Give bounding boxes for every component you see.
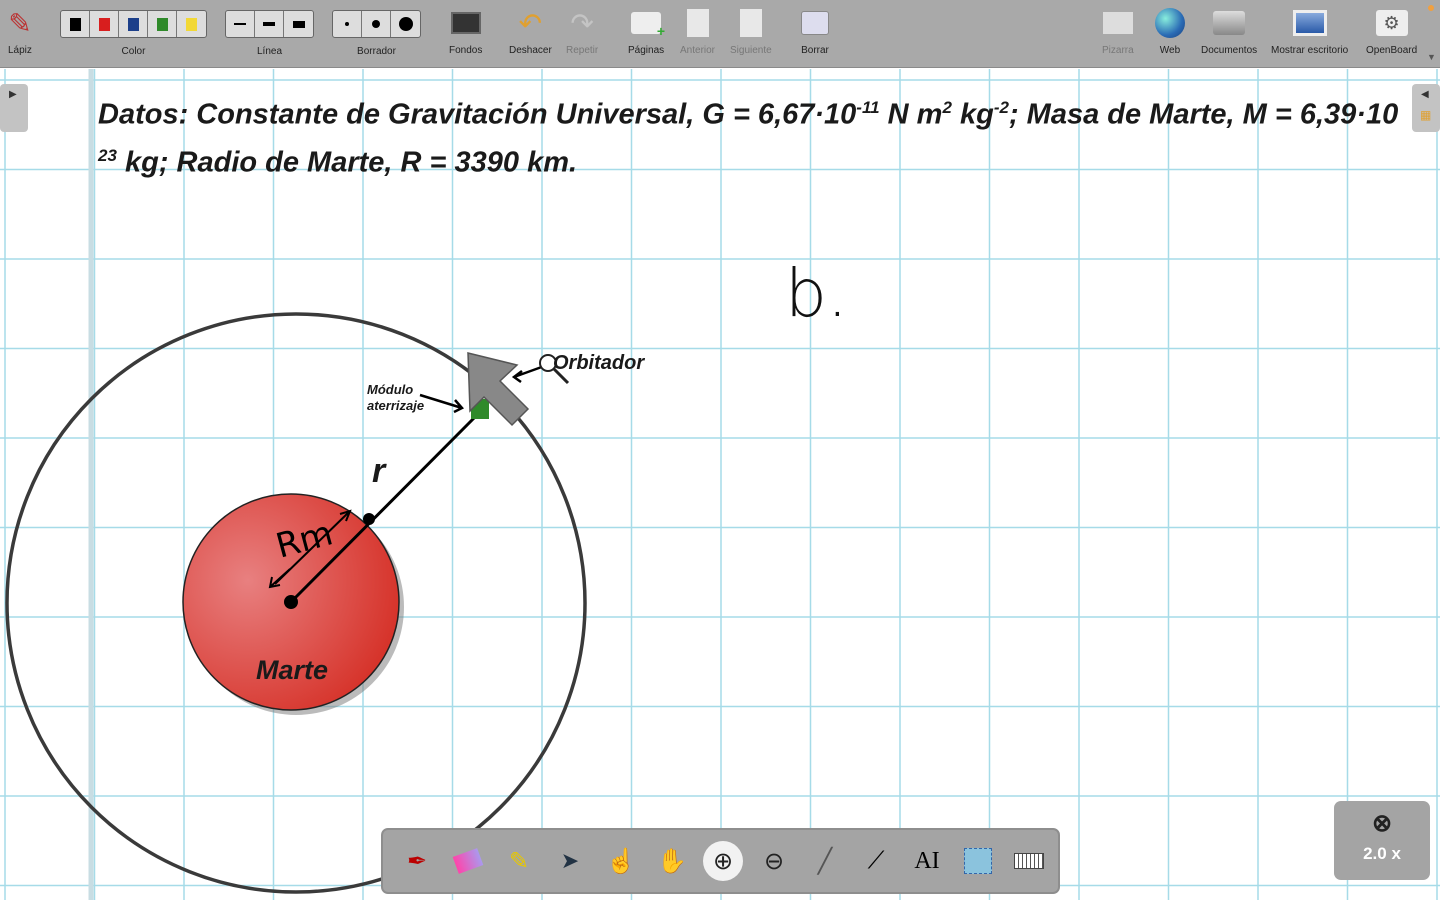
previous-page-icon (686, 4, 709, 42)
color-blue[interactable] (119, 11, 148, 37)
zoom-level-text: 2.0 x (1363, 844, 1401, 863)
main-toolbar: ✎ Lápiz Color Línea Borrador Fondos ↶ Desh… (0, 0, 1440, 68)
undo-button[interactable]: ↶ Deshacer (509, 4, 552, 57)
show-desktop-button[interactable]: Mostrar escritorio (1271, 4, 1348, 56)
undo-icon: ↶ (518, 7, 543, 39)
interact-tool-button[interactable]: ☝ (601, 841, 641, 881)
text-tool-button[interactable]: AI (907, 841, 947, 881)
backgrounds-button[interactable]: Fondos (449, 4, 482, 56)
left-pages-panel-toggle[interactable]: ▶ (0, 84, 28, 132)
toolbar-overflow-icon[interactable]: ▼ (1427, 52, 1436, 62)
zoom-in-tool-button[interactable]: ⊕ (703, 841, 743, 881)
library-icon: ▦ (1420, 108, 1432, 122)
eraser-large[interactable] (391, 11, 420, 37)
line-medium[interactable] (255, 11, 284, 37)
folder-icon (1213, 4, 1246, 42)
zoom-level-indicator[interactable]: ⊗ 2.0 x (1334, 801, 1430, 880)
color-black[interactable] (61, 11, 90, 37)
color-picker[interactable]: Color (60, 4, 207, 57)
line-thin[interactable] (226, 11, 255, 37)
scissors-capture-icon (964, 848, 992, 874)
pages-button[interactable]: + Páginas (628, 4, 665, 56)
eraser-size-picker[interactable]: Borrador (332, 4, 421, 57)
monitor-icon (1292, 4, 1327, 42)
line-width-picker[interactable]: Línea (225, 4, 314, 57)
globe-icon (1155, 4, 1185, 42)
eraser-small[interactable] (333, 11, 362, 37)
surface-point (363, 513, 375, 525)
pen-tool-button[interactable]: ✒ (397, 841, 437, 881)
color-yellow[interactable] (177, 11, 206, 37)
virtual-keyboard-button[interactable] (1009, 841, 1049, 881)
redo-button[interactable]: ↷ Repetir (566, 4, 598, 57)
module-label-2: aterrizaje (367, 398, 425, 413)
line-tool-button[interactable]: ⟋ (856, 841, 896, 881)
color-red[interactable] (90, 11, 119, 37)
capture-tool-button[interactable] (958, 841, 998, 881)
notification-dot (1428, 5, 1434, 11)
data-text-line-2: 23 kg; Radio de Marte, R = 3390 km. (98, 146, 578, 179)
next-page-icon (739, 4, 762, 42)
eraser-medium[interactable] (362, 11, 391, 37)
zoom-out-tool-button[interactable]: ⊖ (754, 841, 794, 881)
line-thick[interactable] (284, 11, 313, 37)
marte-label: Marte (256, 655, 329, 685)
expand-right-icon: ▶ (9, 89, 17, 100)
previous-page-button[interactable]: Anterior (680, 4, 715, 56)
web-mode-button[interactable]: Web (1155, 4, 1185, 56)
grid-background (0, 69, 1440, 900)
clear-page-icon (801, 4, 829, 42)
selector-tool-button[interactable]: ➤ (550, 841, 590, 881)
redo-icon: ↷ (570, 7, 594, 39)
pencil-tool[interactable]: ✎ Lápiz (8, 4, 32, 57)
zoom-reset-icon: ⊗ (1371, 810, 1393, 837)
marker-tool-button[interactable]: ✎ (499, 841, 539, 881)
color-green[interactable] (148, 11, 177, 37)
next-page-button[interactable]: Siguiente (730, 4, 772, 56)
right-library-panel-toggle[interactable]: ◀ ▦ (1412, 84, 1440, 132)
add-page-icon: + (631, 4, 665, 42)
gear-icon: ⚙ (1375, 4, 1408, 42)
center-point (284, 595, 298, 609)
handwritten-b-label: b. (785, 255, 848, 332)
stylus-palette: ✒ ✎ ➤ ☝ ✋ ⊕ ⊖ ╱ ⟋ AI (381, 828, 1060, 894)
board-icon (1102, 4, 1133, 42)
keyboard-icon (1014, 853, 1044, 869)
documents-mode-button[interactable]: Documentos (1201, 4, 1257, 56)
orbiter-label: Orbitador (553, 352, 645, 374)
board-canvas[interactable] (0, 69, 1440, 900)
laser-pointer-button[interactable]: ╱ (805, 841, 845, 881)
board-mode-button[interactable]: Pizarra (1102, 4, 1134, 56)
module-label-1: Módulo (367, 382, 414, 397)
clear-button[interactable]: Borrar (801, 4, 829, 56)
eraser-tool-button[interactable] (448, 841, 488, 881)
expand-left-icon: ◀ (1421, 89, 1429, 100)
hand-tool-button[interactable]: ✋ (652, 841, 692, 881)
openboard-menu-button[interactable]: ⚙ OpenBoard (1366, 4, 1417, 56)
pencil-icon: ✎ (8, 7, 32, 39)
r-label: r (372, 452, 386, 490)
data-text-line-1: Datos: Constante de Gravitación Universa… (98, 98, 1399, 131)
background-grid-icon (450, 4, 481, 42)
eraser-icon (452, 848, 484, 874)
